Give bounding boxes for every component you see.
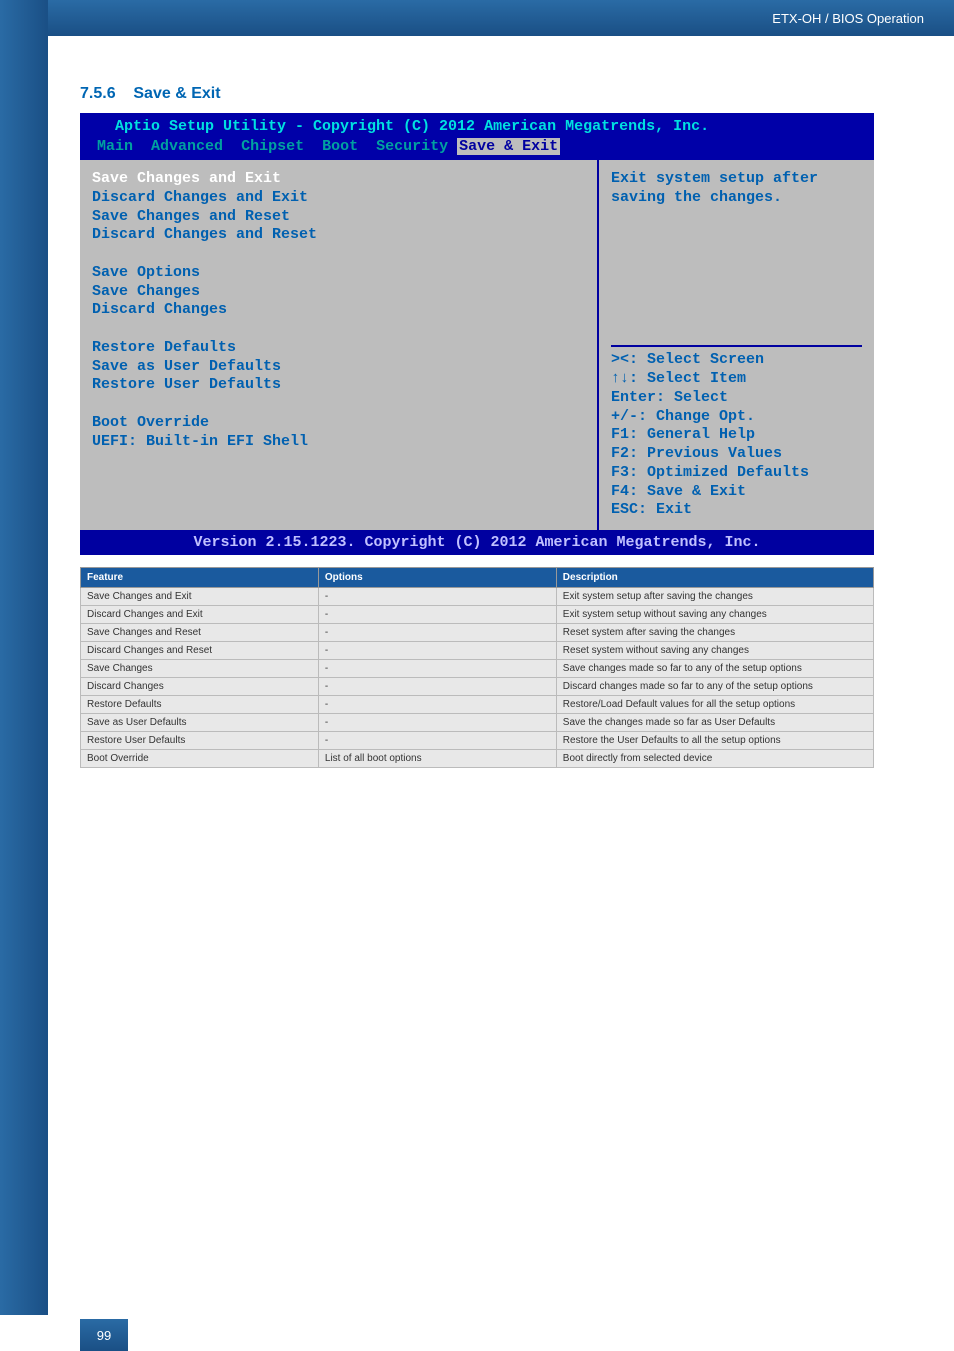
cell-options: - xyxy=(318,696,556,714)
bios-right-panel: Exit system setup after saving the chang… xyxy=(599,160,874,530)
cell-options: List of all boot options xyxy=(318,750,556,768)
cell-feature: Save Changes xyxy=(81,660,319,678)
table-header-row: Feature Options Description xyxy=(81,568,874,588)
tab-security[interactable]: Security xyxy=(376,138,448,155)
cell-description: Exit system setup after saving the chang… xyxy=(556,588,873,606)
page-header: ETX-OH / BIOS Operation xyxy=(0,0,954,36)
main-content: 7.5.6 Save & Exit Aptio Setup Utility - … xyxy=(80,85,874,768)
help-line: Enter: Select xyxy=(611,389,862,408)
bios-item[interactable]: Restore Defaults xyxy=(92,339,585,358)
tab-main[interactable]: Main xyxy=(97,138,133,155)
table-row: Boot OverrideList of all boot optionsBoo… xyxy=(81,750,874,768)
cell-description: Discard changes made so far to any of th… xyxy=(556,678,873,696)
cell-options: - xyxy=(318,624,556,642)
cell-feature: Save Changes and Reset xyxy=(81,624,319,642)
help-line: ESC: Exit xyxy=(611,501,862,520)
bios-item[interactable]: UEFI: Built-in EFI Shell xyxy=(92,433,585,452)
help-line: F3: Optimized Defaults xyxy=(611,464,862,483)
cell-description: Restore/Load Default values for all the … xyxy=(556,696,873,714)
tab-save-exit[interactable]: Save & Exit xyxy=(457,138,560,155)
section-number: 7.5.6 xyxy=(80,85,116,102)
table-row: Discard Changes and Exit-Exit system set… xyxy=(81,606,874,624)
help-line: F4: Save & Exit xyxy=(611,483,862,502)
cell-feature: Discard Changes and Exit xyxy=(81,606,319,624)
bios-item[interactable]: Save as User Defaults xyxy=(92,358,585,377)
table-row: Restore User Defaults-Restore the User D… xyxy=(81,732,874,750)
table-row: Save Changes and Reset-Reset system afte… xyxy=(81,624,874,642)
cell-options: - xyxy=(318,642,556,660)
help-line: +/-: Change Opt. xyxy=(611,408,862,427)
cell-options: - xyxy=(318,660,556,678)
cell-feature: Boot Override xyxy=(81,750,319,768)
bios-title: Aptio Setup Utility - Copyright (C) 2012… xyxy=(88,117,866,137)
cell-feature: Save as User Defaults xyxy=(81,714,319,732)
table-body: Save Changes and Exit-Exit system setup … xyxy=(81,588,874,768)
bios-body: Save Changes and Exit Discard Changes an… xyxy=(80,160,874,530)
feature-table: Feature Options Description Save Changes… xyxy=(80,567,874,768)
spacer xyxy=(92,245,585,264)
bios-header: Aptio Setup Utility - Copyright (C) 2012… xyxy=(80,113,874,160)
cell-options: - xyxy=(318,606,556,624)
th-feature: Feature xyxy=(81,568,319,588)
cell-feature: Restore User Defaults xyxy=(81,732,319,750)
bios-item[interactable]: Discard Changes and Exit xyxy=(92,189,585,208)
table-row: Save as User Defaults-Save the changes m… xyxy=(81,714,874,732)
separator xyxy=(611,345,862,347)
cell-options: - xyxy=(318,732,556,750)
tab-chipset[interactable]: Chipset xyxy=(241,138,304,155)
th-options: Options xyxy=(318,568,556,588)
th-description: Description xyxy=(556,568,873,588)
spacer xyxy=(92,320,585,339)
table-row: Save Changes and Exit-Exit system setup … xyxy=(81,588,874,606)
tab-boot[interactable]: Boot xyxy=(322,138,358,155)
bios-footer: Version 2.15.1223. Copyright (C) 2012 Am… xyxy=(80,530,874,555)
cell-description: Reset system without saving any changes xyxy=(556,642,873,660)
page-number: 99 xyxy=(80,1319,128,1351)
cell-description: Save the changes made so far as User Def… xyxy=(556,714,873,732)
help-line: ><: Select Screen xyxy=(611,351,862,370)
bios-help-keys: ><: Select Screen ↑↓: Select Item Enter:… xyxy=(611,341,862,520)
table-row: Restore Defaults-Restore/Load Default va… xyxy=(81,696,874,714)
cell-description: Reset system after saving the changes xyxy=(556,624,873,642)
cell-feature: Discard Changes and Reset xyxy=(81,642,319,660)
bios-screenshot: Aptio Setup Utility - Copyright (C) 2012… xyxy=(80,113,874,555)
table-row: Save Changes-Save changes made so far to… xyxy=(81,660,874,678)
cell-options: - xyxy=(318,588,556,606)
bios-group-heading: Save Options xyxy=(92,264,585,283)
bios-item[interactable]: Discard Changes xyxy=(92,301,585,320)
bios-item[interactable]: Discard Changes and Reset xyxy=(92,226,585,245)
cell-options: - xyxy=(318,714,556,732)
side-bar xyxy=(0,0,48,1315)
table-row: Discard Changes and Reset-Reset system w… xyxy=(81,642,874,660)
bios-item-selected[interactable]: Save Changes and Exit xyxy=(92,170,585,189)
section-heading: 7.5.6 Save & Exit xyxy=(80,85,874,103)
help-line: ↑↓: Select Item xyxy=(611,370,862,389)
bios-item[interactable]: Boot Override xyxy=(92,414,585,433)
help-line: F1: General Help xyxy=(611,426,862,445)
table-row: Discard Changes-Discard changes made so … xyxy=(81,678,874,696)
spacer xyxy=(92,395,585,414)
cell-description: Restore the User Defaults to all the set… xyxy=(556,732,873,750)
bios-item-description: Exit system setup after saving the chang… xyxy=(611,170,862,208)
cell-description: Exit system setup without saving any cha… xyxy=(556,606,873,624)
bios-tab-row: Main Advanced Chipset Boot Security Save… xyxy=(88,137,866,157)
cell-options: - xyxy=(318,678,556,696)
bios-item[interactable]: Save Changes and Reset xyxy=(92,208,585,227)
bios-item[interactable]: Save Changes xyxy=(92,283,585,302)
section-title: Save & Exit xyxy=(133,85,220,102)
bios-item[interactable]: Restore User Defaults xyxy=(92,376,585,395)
cell-description: Boot directly from selected device xyxy=(556,750,873,768)
breadcrumb: ETX-OH / BIOS Operation xyxy=(772,11,924,26)
bios-left-panel: Save Changes and Exit Discard Changes an… xyxy=(80,160,599,530)
help-line: F2: Previous Values xyxy=(611,445,862,464)
tab-advanced[interactable]: Advanced xyxy=(151,138,223,155)
cell-description: Save changes made so far to any of the s… xyxy=(556,660,873,678)
cell-feature: Restore Defaults xyxy=(81,696,319,714)
cell-feature: Save Changes and Exit xyxy=(81,588,319,606)
cell-feature: Discard Changes xyxy=(81,678,319,696)
bios-footer-text: Version 2.15.1223. Copyright (C) 2012 Am… xyxy=(193,534,760,551)
